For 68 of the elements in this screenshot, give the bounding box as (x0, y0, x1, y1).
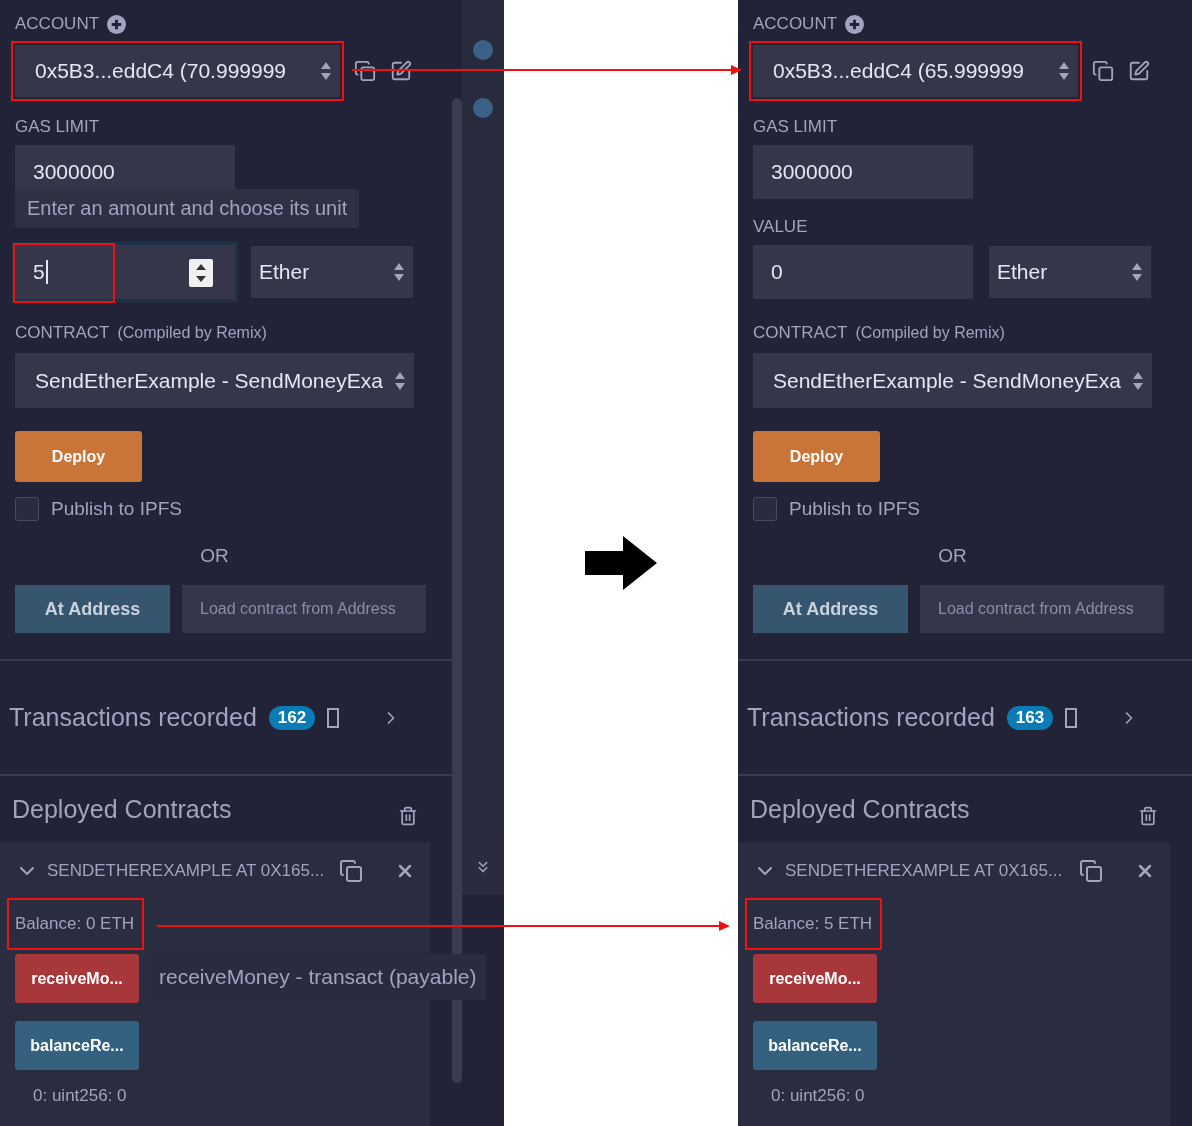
account-select[interactable]: 0x5B3...eddC4 (65.999999 (753, 45, 1078, 97)
trash-icon[interactable] (1138, 806, 1158, 826)
checkbox[interactable] (753, 497, 777, 521)
address-field[interactable]: Load contract from Address (182, 585, 426, 633)
section-title: Deployed Contracts (12, 794, 232, 824)
address-field[interactable]: Load contract from Address (920, 585, 1164, 633)
checkbox-label: Publish to IPFS (51, 498, 182, 520)
field-label: ACCOUNT (15, 14, 100, 34)
trash-icon[interactable] (398, 806, 418, 826)
function-button[interactable]: balanceRe... (15, 1021, 139, 1070)
function-button[interactable]: balanceRe... (753, 1021, 877, 1070)
contract-select[interactable]: SendEtherExample - SendMoneyExa (15, 353, 414, 408)
copy-icon[interactable] (339, 859, 363, 883)
deploy-button[interactable]: Deploy (753, 431, 880, 482)
count-badge: 162 (268, 705, 316, 730)
or-label: OR (938, 545, 967, 567)
field-note: (Compiled by Remix) (855, 324, 1005, 342)
field-label: ACCOUNT (753, 14, 838, 34)
gas-limit-field[interactable]: 3000000 (753, 145, 973, 199)
field-note: (Compiled by Remix) (117, 324, 267, 342)
field-label: GAS LIMIT (15, 117, 100, 137)
copy-icon[interactable] (1092, 60, 1114, 82)
output-text: 0: uint256: 0 (770, 1086, 865, 1105)
output-text: 0: uint256: 0 (32, 1086, 127, 1105)
field-label: GAS LIMIT (753, 117, 838, 137)
placeholder-glyph-icon (1065, 707, 1078, 728)
at-address-button[interactable]: At Address (15, 585, 170, 633)
status-dot (473, 98, 493, 118)
at-address-button[interactable]: At Address (753, 585, 908, 633)
tooltip: Enter an amount and choose its unit (15, 189, 360, 228)
contract-title[interactable]: SENDETHEREXAMPLE AT 0X165... (785, 861, 1071, 881)
checkbox-label: Publish to IPFS (789, 498, 920, 520)
up-down-caret-icon (1132, 370, 1144, 391)
contract-title[interactable]: SENDETHEREXAMPLE AT 0X165... (47, 861, 331, 881)
status-dot (473, 40, 493, 60)
up-down-caret-icon (1058, 61, 1070, 81)
balance-text: Balance: 5 ETH (747, 900, 881, 948)
right-arrow-icon (585, 536, 657, 590)
spinner-icon[interactable] (189, 259, 213, 287)
section-title[interactable]: Transactions recorded (747, 703, 995, 732)
section-title: Deployed Contracts (750, 794, 970, 824)
add-icon[interactable] (107, 14, 127, 34)
up-down-caret-icon (394, 370, 406, 391)
deploy-button[interactable]: Deploy (15, 431, 142, 482)
up-down-caret-icon (320, 61, 332, 81)
placeholder-glyph-icon (327, 707, 340, 728)
account-select[interactable]: 0x5B3...eddC4 (70.999999 (15, 45, 340, 97)
section-title[interactable]: Transactions recorded (9, 703, 257, 732)
field-label: CONTRACT (15, 323, 110, 343)
up-down-caret-icon (1131, 262, 1143, 282)
checkbox[interactable] (15, 497, 39, 521)
edit-icon[interactable] (1128, 60, 1150, 82)
copy-icon[interactable] (354, 60, 376, 82)
function-button[interactable]: receiveMo... (753, 954, 877, 1003)
field-label: VALUE (753, 217, 808, 237)
or-label: OR (200, 545, 229, 567)
up-down-caret-icon (393, 262, 405, 282)
balance-text: Balance: 0 ETH (9, 900, 143, 948)
edit-icon[interactable] (390, 60, 412, 82)
value-field[interactable]: 0 (753, 245, 973, 299)
function-button[interactable]: receiveMo... (15, 954, 139, 1003)
unit-select[interactable]: Ether (989, 246, 1151, 298)
contract-select[interactable]: SendEtherExample - SendMoneyExa (753, 353, 1152, 408)
add-icon[interactable] (845, 14, 865, 34)
field-label: CONTRACT (753, 323, 848, 343)
count-badge: 163 (1006, 705, 1054, 730)
unit-select[interactable]: Ether (251, 246, 413, 298)
copy-icon[interactable] (1079, 859, 1103, 883)
